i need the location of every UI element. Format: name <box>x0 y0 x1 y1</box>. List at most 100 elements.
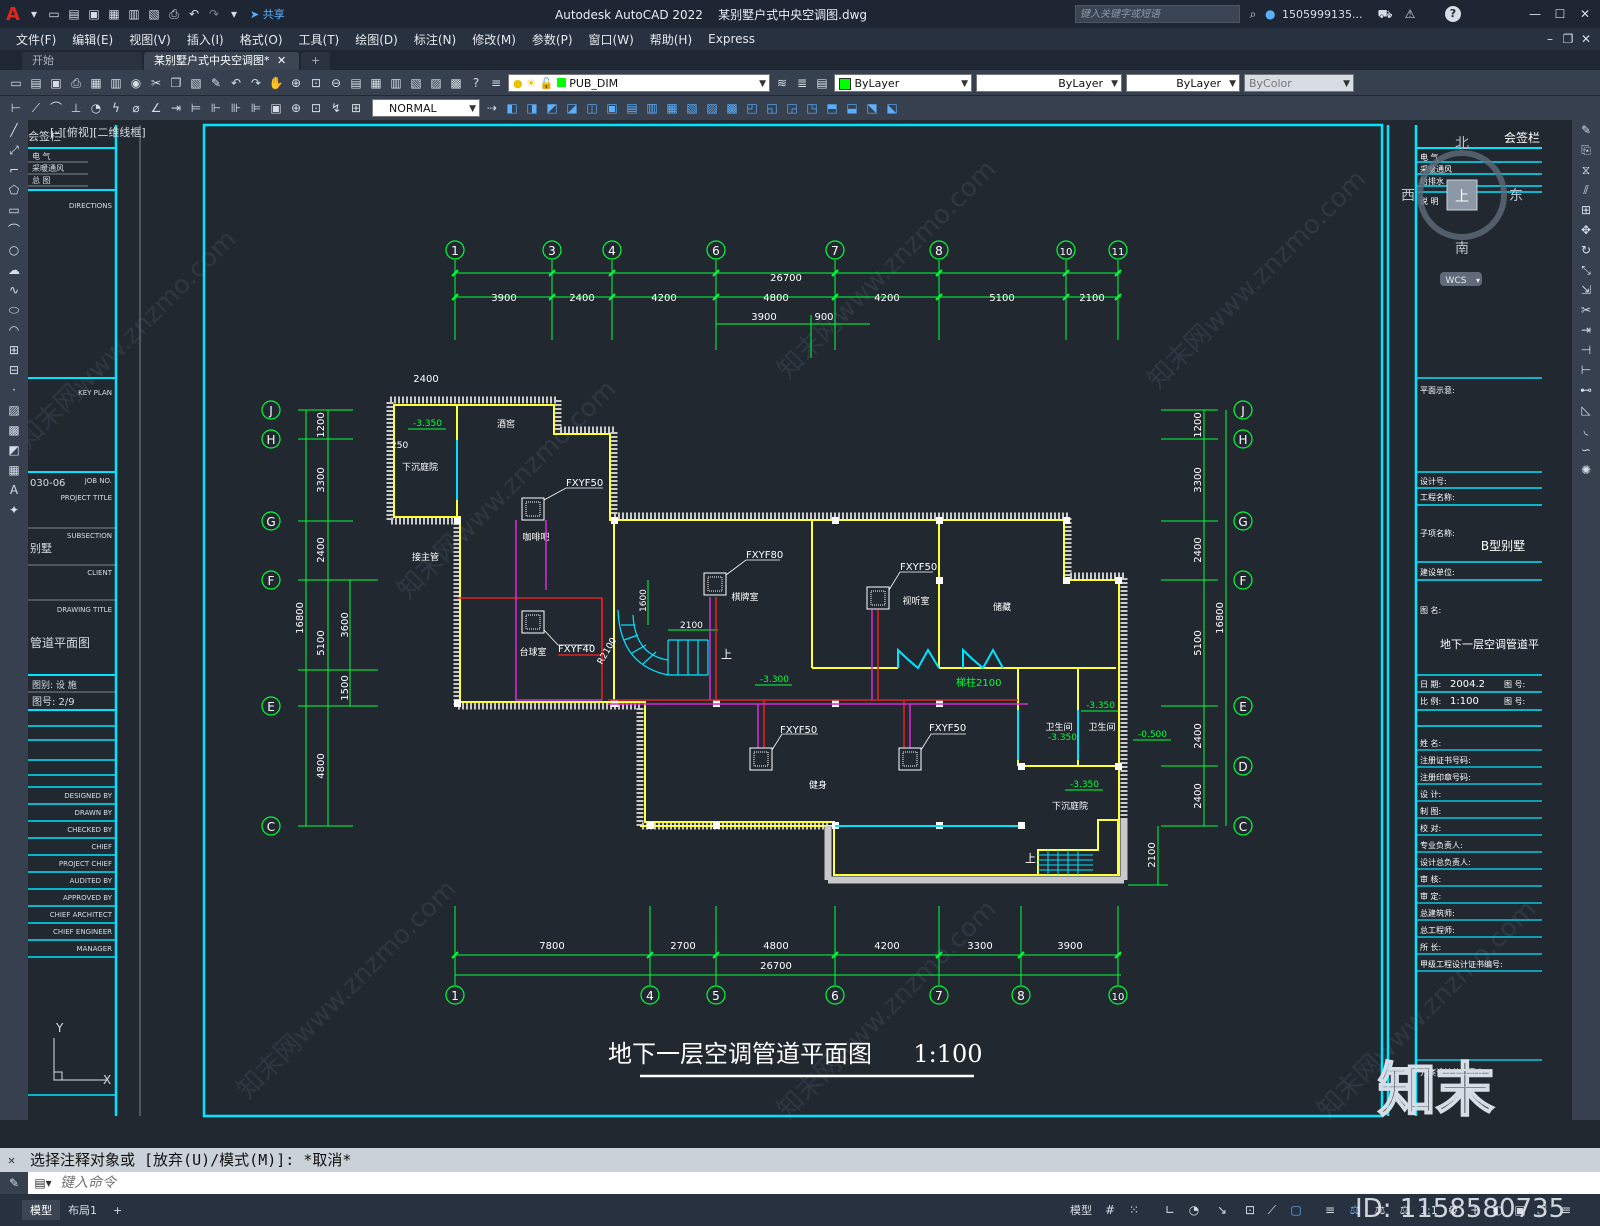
snap-icon[interactable]: ⁙ <box>1125 1202 1143 1218</box>
redo-icon[interactable]: ↷ <box>247 75 265 91</box>
explode-icon[interactable]: ✺ <box>1572 460 1600 480</box>
dim-ordinate-icon[interactable]: ⊥ <box>67 100 85 116</box>
undo-icon[interactable]: ↶ <box>185 6 203 22</box>
ellipse-arc-icon[interactable]: ◠ <box>0 320 28 340</box>
chamfer-icon[interactable]: ◺ <box>1572 400 1600 420</box>
line-icon[interactable]: ╱ <box>0 120 28 140</box>
dim-aligned-icon[interactable]: ⟋ <box>27 100 45 116</box>
view-icon-20[interactable]: ⬕ <box>883 100 901 116</box>
scale-icon[interactable]: ⤡ <box>1572 260 1600 280</box>
menu-parameters[interactable]: 参数(P) <box>524 31 581 48</box>
close-command-icon[interactable]: ✕ <box>8 1148 15 1172</box>
menu-modify[interactable]: 修改(M) <box>464 31 524 48</box>
hatch-icon[interactable]: ▨ <box>0 400 28 420</box>
view-icon-1[interactable]: ◧ <box>503 100 521 116</box>
zoom-window-icon[interactable]: ⊡ <box>307 75 325 91</box>
selection-cycling-icon[interactable]: ▢ <box>1287 1202 1305 1218</box>
properties-icon[interactable]: ▤ <box>347 75 365 91</box>
menu-draw[interactable]: 绘图(D) <box>347 31 406 48</box>
markup-icon[interactable]: ▨ <box>427 75 445 91</box>
layer-properties-icon[interactable]: ≡ <box>487 75 505 91</box>
osnap-icon[interactable]: ⊡ <box>1241 1202 1259 1218</box>
drawing-canvas[interactable]: 知末网www.znzmo.com 知末网www.znzmo.com 知末网www… <box>28 120 1572 1148</box>
lineweight-combo[interactable]: ByLayer ▼ <box>1126 73 1240 92</box>
menu-view[interactable]: 视图(V) <box>121 31 179 48</box>
wrench-icon[interactable]: ✎ <box>0 1172 28 1194</box>
view-icon-14[interactable]: ◱ <box>763 100 781 116</box>
stretch-icon[interactable]: ⇲ <box>1572 280 1600 300</box>
rectangle-icon[interactable]: ▭ <box>0 200 28 220</box>
fillet-icon[interactable]: ◟ <box>1572 420 1600 440</box>
doc-close-icon[interactable]: ✕ <box>1577 31 1595 47</box>
share-button[interactable]: ➤ 共享 <box>250 6 285 22</box>
tolerance-icon[interactable]: ▣ <box>267 100 285 116</box>
open-file-icon[interactable]: ▤ <box>65 6 83 22</box>
menu-insert[interactable]: 插入(I) <box>179 31 232 48</box>
tool-palettes-icon[interactable]: ▥ <box>387 75 405 91</box>
dimstyle-combo[interactable]: NORMAL ▼ <box>372 99 480 117</box>
add-selected-icon[interactable]: ✦ <box>0 500 28 520</box>
menu-window[interactable]: 窗口(W) <box>581 31 642 48</box>
ellipse-icon[interactable]: ⬭ <box>0 300 28 320</box>
quick-dim-icon[interactable]: ⇥ <box>167 100 185 116</box>
gradient-icon[interactable]: ▩ <box>0 420 28 440</box>
dim-jogged-icon[interactable]: ϟ <box>107 100 125 116</box>
view-icon-13[interactable]: ◰ <box>743 100 761 116</box>
zoom-previous-icon[interactable]: ⊖ <box>327 75 345 91</box>
view-icon-17[interactable]: ⬒ <box>823 100 841 116</box>
grid-icon[interactable]: # <box>1101 1202 1119 1218</box>
user-icon[interactable]: ● <box>1265 7 1275 21</box>
dim-baseline-icon[interactable]: ⊨ <box>187 100 205 116</box>
save-icon[interactable]: ▣ <box>85 6 103 22</box>
array-icon[interactable]: ⊞ <box>1572 200 1600 220</box>
cut-icon[interactable]: ✂ <box>147 75 165 91</box>
view-icon-6[interactable]: ▣ <box>603 100 621 116</box>
lineweight-icon[interactable]: ⟋ <box>1263 1202 1281 1218</box>
user-name[interactable]: 1505999135... <box>1282 8 1362 21</box>
polar-icon[interactable]: ◔ <box>1185 1202 1203 1218</box>
zoom-realtime-icon[interactable]: ⊕ <box>287 75 305 91</box>
jogged-linear-icon[interactable]: ↯ <box>327 100 345 116</box>
save-as-icon[interactable]: ▦ <box>105 6 123 22</box>
help-button[interactable]: ? <box>1445 6 1461 22</box>
insert-block-icon[interactable]: ⊞ <box>0 340 28 360</box>
design-center-icon[interactable]: ▦ <box>367 75 385 91</box>
model-space-button[interactable]: 模型 <box>1062 1200 1100 1220</box>
menu-help[interactable]: 帮助(H) <box>642 31 700 48</box>
view-icon-16[interactable]: ◳ <box>803 100 821 116</box>
tab-start[interactable]: 开始 <box>22 52 142 70</box>
doc-restore-icon[interactable]: ❐ <box>1559 31 1577 47</box>
center-mark-icon[interactable]: ⊕ <box>287 100 305 116</box>
copy-icon[interactable]: ❐ <box>167 75 185 91</box>
dim-radius-icon[interactable]: ◔ <box>87 100 105 116</box>
undo-icon[interactable]: ↶ <box>227 75 245 91</box>
autodesk-a360-icon[interactable]: ⚠ <box>1401 6 1419 22</box>
pan-icon[interactable]: ✋ <box>267 75 285 91</box>
tab-layout1[interactable]: 布局1 <box>60 1200 105 1220</box>
ortho-icon[interactable]: ∟ <box>1161 1202 1179 1218</box>
viewcube-east[interactable]: 东 <box>1509 188 1523 204</box>
trim-icon[interactable]: ✂ <box>1572 300 1600 320</box>
make-block-icon[interactable]: ⊟ <box>0 360 28 380</box>
paste-icon[interactable]: ▧ <box>187 75 205 91</box>
add-layout-button[interactable]: + <box>105 1202 130 1219</box>
3d-print-icon[interactable]: ◉ <box>127 75 145 91</box>
viewcube-west[interactable]: 西 <box>1401 188 1415 204</box>
view-icon-2[interactable]: ◨ <box>523 100 541 116</box>
menu-tools[interactable]: 工具(T) <box>291 31 348 48</box>
dim-arc-icon[interactable]: ⌒ <box>47 100 65 116</box>
command-prompt-icon[interactable]: ▤▾ <box>28 1176 58 1190</box>
view-icon-5[interactable]: ◫ <box>583 100 601 116</box>
calculator-icon[interactable]: ▩ <box>447 75 465 91</box>
help-icon[interactable]: ? <box>467 75 485 91</box>
spline-icon[interactable]: ∿ <box>0 280 28 300</box>
command-input[interactable] <box>58 1172 1600 1194</box>
close-icon[interactable]: ✕ <box>1576 6 1594 22</box>
point-icon[interactable]: · <box>0 380 28 400</box>
dim-break-icon[interactable]: ⊫ <box>247 100 265 116</box>
color-combo[interactable]: ByLayer ▼ <box>834 73 972 92</box>
dim-update-icon[interactable]: ⇢ <box>483 100 501 116</box>
erase-icon[interactable]: ✎ <box>1572 120 1600 140</box>
new-file-icon[interactable]: ▭ <box>45 6 63 22</box>
viewcube-south[interactable]: 南 <box>1455 241 1469 257</box>
